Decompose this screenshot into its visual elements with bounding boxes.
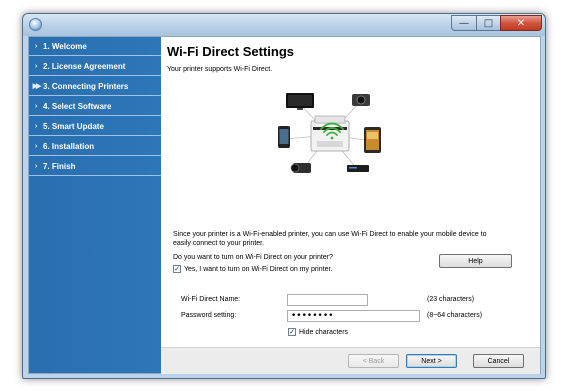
sidebar-step-finish: › 7. Finish [29, 157, 161, 176]
camcorder-icon [290, 163, 311, 173]
step-label: 6. Installation [43, 141, 95, 151]
page-subtitle: Your printer supports Wi-Fi Direct. [167, 66, 273, 73]
wifi-direct-name-hint: (23 characters) [427, 296, 475, 303]
wifi-direct-name-label: Wi-Fi Direct Name: [181, 296, 241, 303]
phone-icon [278, 126, 290, 148]
hide-characters-label[interactable]: Hide characters [299, 329, 348, 336]
title-bar[interactable]: — □ ✕ [23, 14, 545, 36]
step-arrow-icon: › [34, 42, 38, 50]
steps-sidebar: › 1. Welcome › 2. License Agreement ▶▶ 3… [29, 37, 161, 373]
cancel-button[interactable]: Cancel [473, 354, 524, 368]
info-text: Since your printer is a Wi-Fi-enabled pr… [173, 230, 533, 248]
step-label: 5. Smart Update [43, 121, 104, 131]
button-bar: < Back Next > Cancel [161, 347, 540, 374]
installer-window: — □ ✕ › 1. Welcome › 2. License Agreemen… [22, 13, 546, 379]
help-button[interactable]: Help [439, 254, 512, 268]
step-arrow-icon: › [34, 122, 38, 130]
step-arrow-icon: › [34, 102, 38, 110]
camera-icon [352, 94, 370, 106]
step-label: 7. Finish [43, 161, 76, 171]
step-arrow-icon: › [34, 62, 38, 70]
sidebar-step-installation: › 6. Installation [29, 137, 161, 156]
hide-characters-checkbox[interactable]: ✓ [288, 328, 296, 336]
next-button[interactable]: Next > [406, 354, 457, 368]
step-label: 4. Select Software [43, 101, 112, 111]
password-input[interactable]: •••••••• [287, 310, 420, 322]
step-label: 1. Welcome [43, 41, 87, 51]
close-button[interactable]: ✕ [500, 15, 542, 31]
sidebar-step-select-software: › 4. Select Software [29, 97, 161, 116]
maximize-button[interactable]: □ [476, 15, 501, 31]
page-title: Wi-Fi Direct Settings [167, 44, 295, 59]
step-arrow-icon: › [34, 142, 38, 150]
step-arrow-icon: › [34, 162, 38, 170]
tv-icon [286, 93, 314, 110]
enable-wifi-direct-label[interactable]: Yes, I want to turn on Wi-Fi Direct on m… [184, 266, 332, 273]
sidebar-step-license: › 2. License Agreement [29, 57, 161, 76]
back-button[interactable]: < Back [348, 354, 399, 368]
sidebar-step-smart-update: › 5. Smart Update [29, 117, 161, 136]
password-hint: (8~64 characters) [427, 312, 483, 319]
media-player-icon [347, 165, 369, 172]
sidebar-step-connecting-printers: ▶▶ 3. Connecting Printers [29, 77, 161, 96]
info-line-1: Since your printer is a Wi-Fi-enabled pr… [173, 231, 487, 238]
main-panel: Wi-Fi Direct Settings Your printer suppo… [161, 37, 540, 347]
current-step-icon: ▶▶ [32, 83, 42, 90]
window-content: › 1. Welcome › 2. License Agreement ▶▶ 3… [28, 36, 541, 374]
wifi-direct-illustration [278, 93, 381, 173]
info-line-2: easily connect to your printer. [173, 240, 265, 247]
step-label: 3. Connecting Printers [43, 81, 129, 91]
sidebar-step-welcome: › 1. Welcome [29, 37, 161, 56]
step-label: 2. License Agreement [43, 61, 126, 71]
minimize-button[interactable]: — [451, 15, 477, 31]
enable-wifi-direct-checkbox[interactable]: ✓ [173, 265, 181, 273]
wifi-direct-name-input[interactable] [287, 294, 368, 306]
tablet-icon [364, 127, 381, 153]
password-label: Password setting: [181, 312, 237, 319]
app-icon [29, 18, 42, 31]
